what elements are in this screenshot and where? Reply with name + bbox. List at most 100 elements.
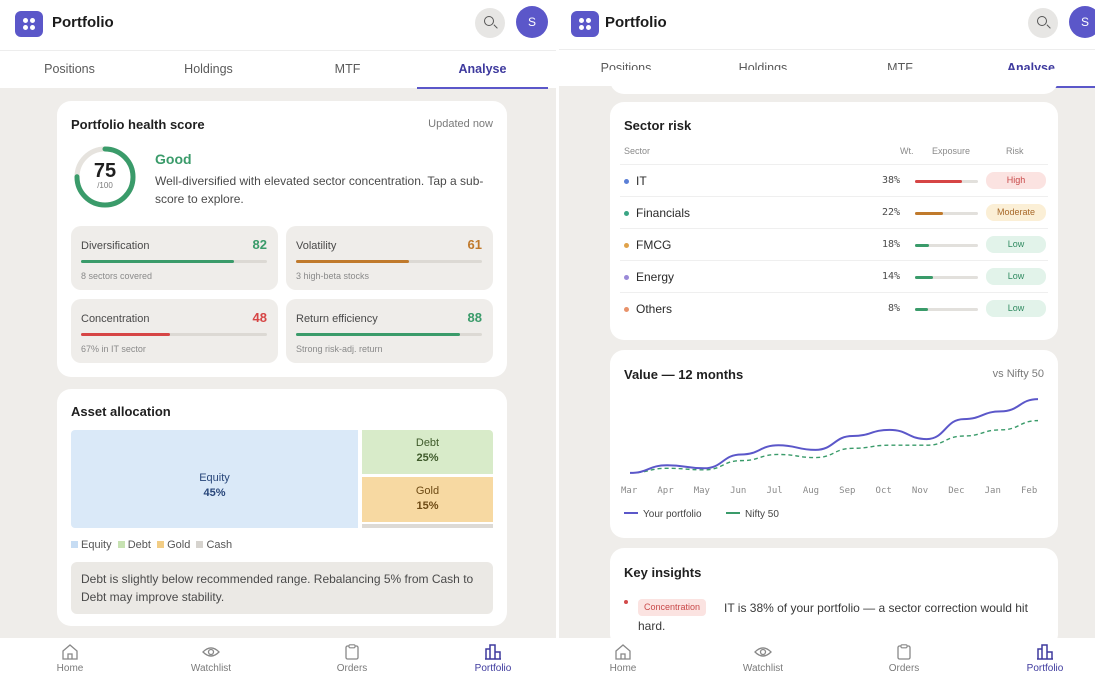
insight-tag[interactable]: Concentration [638, 599, 707, 616]
x-tick-label: Jan [984, 486, 1001, 496]
x-tick-label: Jul [766, 486, 783, 496]
sector-row-fmcg[interactable]: FMCG 18% Low [620, 228, 1048, 260]
nav-watchlist[interactable]: Watchlist [718, 644, 808, 680]
exposure-bar [915, 180, 978, 183]
insights-card: Key insights IT is 38% of your portfolio… [610, 548, 1058, 648]
subscore-name: Diversification [81, 240, 150, 252]
app-logo-icon[interactable] [15, 11, 43, 37]
allocation-tile-cash[interactable] [362, 524, 493, 528]
exposure-bar [915, 308, 978, 311]
legend-cash: Cash [196, 539, 232, 551]
subscore-name: Return efficiency [296, 313, 378, 325]
allocation-tile-equity[interactable]: Equity 45% [71, 430, 358, 528]
exposure-fill [915, 212, 944, 215]
nav-watchlist[interactable]: Watchlist [166, 644, 256, 680]
chart-compare: vs Nifty 50 [992, 368, 1044, 380]
subscore-value: 48 [252, 310, 267, 325]
sector-dot [624, 179, 629, 184]
bottom-nav: Home Watchlist Orders Portfolio [559, 638, 1095, 681]
tab-positions[interactable]: Positions [0, 51, 139, 89]
x-tick-label: Oct [875, 486, 892, 496]
app-bar: Portfolio S [559, 0, 1095, 50]
app-title: Portfolio [52, 14, 114, 31]
tab-analyse[interactable]: Analyse [417, 51, 548, 89]
sector-row-financials[interactable]: Financials 22% Moderate [620, 196, 1048, 228]
search-button[interactable] [1028, 8, 1058, 38]
sector-dot [624, 211, 629, 216]
x-tick-label: Apr [657, 486, 674, 496]
col-exposure: Exposure [932, 146, 971, 156]
nav-orders[interactable]: Orders [307, 644, 397, 680]
legend-portfolio: Your portfolio [624, 509, 702, 520]
clipboard-icon [345, 644, 359, 660]
sector-row-it[interactable]: IT 38% High [620, 164, 1048, 196]
subscore-concentration[interactable]: Concentration 48 67% in IT sector [71, 299, 278, 363]
nav-home[interactable]: Home [578, 644, 668, 680]
subscore-note: Strong risk-adj. return [296, 344, 383, 354]
avatar[interactable]: S [516, 6, 548, 38]
sector-row-others[interactable]: Others 8% Low [620, 292, 1048, 324]
risk-badge: Moderate [986, 204, 1046, 221]
app-logo-icon[interactable] [571, 11, 599, 37]
legend-debt: Debt [117, 539, 151, 551]
score-max: /100 [97, 181, 113, 190]
col-sector: Sector [624, 146, 651, 156]
value-line-chart [629, 398, 1039, 474]
subscore-volatility[interactable]: Volatility 61 3 high-beta stocks [286, 226, 493, 290]
nav-home[interactable]: Home [25, 644, 115, 680]
x-tick-label: Jun [730, 486, 747, 496]
subscore-fill [296, 333, 460, 336]
exposure-bar [915, 212, 978, 215]
avatar[interactable]: S [1069, 6, 1095, 38]
subscore-bar [296, 333, 482, 336]
subscore-bar [81, 333, 267, 336]
tab-bar: Positions Holdings MTF Analyse [0, 50, 556, 89]
x-tick-label: Aug [802, 486, 820, 496]
subscore-diversification[interactable]: Diversification 82 8 sectors covered [71, 226, 278, 290]
sector-name: IT [636, 174, 647, 188]
nav-label: Orders [336, 663, 368, 674]
risk-badge: Low [986, 236, 1046, 253]
sector-risk-card: Sector risk Sector Wt. Exposure Risk IT 3… [610, 102, 1058, 340]
subscore-note: 8 sectors covered [81, 271, 153, 281]
subscore-name: Concentration [81, 313, 150, 325]
risk-badge: Low [986, 268, 1046, 285]
subscore-fill [296, 260, 410, 263]
subscore-bar [81, 260, 267, 263]
nav-label: Watchlist [742, 663, 784, 674]
tile-value: 15% [416, 500, 439, 512]
app-bar: Portfolio S [0, 0, 556, 50]
insight-bullet [624, 600, 628, 604]
exposure-bar [915, 244, 978, 247]
bar-chart-icon [485, 644, 501, 660]
search-button[interactable] [475, 8, 505, 38]
nav-orders[interactable]: Orders [859, 644, 949, 680]
x-tick-label: Mar [621, 486, 638, 496]
tab-holdings[interactable]: Holdings [139, 51, 278, 89]
col-wt: Wt. [900, 146, 914, 156]
right-screen: Portfolio S Positions Holdings MTF Analy… [559, 0, 1095, 681]
nav-portfolio[interactable]: Portfolio [1000, 644, 1090, 680]
subscore-note: 3 high-beta stocks [296, 271, 370, 281]
sector-weight: 8% [887, 303, 900, 314]
col-risk: Risk [1006, 146, 1024, 156]
allocation-tile-debt[interactable]: Debt 25% [362, 430, 493, 474]
value-chart-card: Value — 12 months vs Nifty 50 Mar Apr May J… [610, 350, 1058, 538]
exposure-fill [915, 276, 933, 279]
subscore-note: 67% in IT sector [81, 344, 146, 354]
tab-mtf[interactable]: MTF [278, 51, 417, 89]
left-screen: Portfolio S Positions Holdings MTF Analy… [0, 0, 556, 681]
insights-title: Key insights [624, 565, 702, 580]
nav-portfolio[interactable]: Portfolio [448, 644, 538, 680]
sector-weight: 18% [881, 239, 900, 250]
allocation-legend: Equity Debt Gold Cash [71, 539, 232, 551]
sector-weight: 38% [881, 175, 900, 186]
nav-label: Portfolio [1026, 663, 1064, 674]
subscore-fill [81, 333, 171, 336]
allocation-tile-gold[interactable]: Gold 15% [362, 477, 493, 522]
sector-title: Sector risk [624, 118, 692, 133]
nav-label: Orders [888, 663, 920, 674]
legend-equity: Equity [71, 539, 112, 551]
subscore-return-efficiency[interactable]: Return efficiency 88 Strong risk-adj. re… [286, 299, 493, 363]
sector-row-energy[interactable]: Energy 14% Low [620, 260, 1048, 292]
